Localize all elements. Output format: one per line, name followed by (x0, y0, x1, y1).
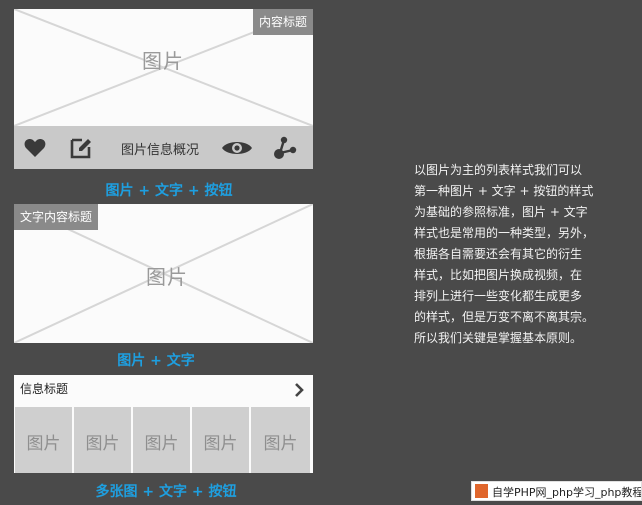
card-multi-image: 信息标题 图片 图片 图片 图片 图片 (14, 375, 313, 473)
heart-icon[interactable] (23, 136, 47, 160)
thumbnail-label: 图片 (85, 434, 120, 454)
thumbnail[interactable]: 图片 (74, 407, 131, 473)
caption-image-text-button: 图片 + 文字 + 按钮 (105, 183, 233, 199)
watermark-text: 自学PHP网_php学习_php教程 (492, 486, 642, 499)
chevron-right-icon[interactable] (294, 383, 304, 397)
image-placeholder-label: 图片 (142, 49, 184, 73)
description-line: 为基础的参照标准，图片 + 文字 (414, 205, 588, 219)
info-title: 信息标题 (20, 382, 69, 396)
description-line: 样式，比如把图片换成视频，在 (414, 268, 583, 282)
description-line: 样式也是常用的一种类型，另外， (414, 226, 595, 240)
thumbnail[interactable]: 图片 (251, 407, 310, 473)
site-watermark: 自学PHP网_php学习_php教程 (471, 481, 642, 501)
thumbnail[interactable]: 图片 (15, 407, 72, 473)
description-line: 排列上进行一些变化都生成更多 (414, 289, 583, 303)
thumbnail-label: 图片 (203, 434, 238, 454)
image-info-summary: 图片信息概况 (121, 143, 200, 158)
caption-image-text: 图片 + 文字 (117, 353, 195, 369)
content-title-tag: 内容标题 (252, 9, 313, 35)
thumbnail-label: 图片 (144, 434, 179, 454)
description-line: 的样式，但是万变不离不离其宗。 (414, 310, 595, 324)
description-line: 第一种图片 + 文字 + 按钮的样式 (414, 184, 594, 198)
description-line: 根据各自需要还会有其它的衍生 (414, 247, 583, 261)
site-logo-icon (475, 484, 488, 498)
thumbnail-label: 图片 (263, 434, 298, 454)
text-content-title-tag: 文字内容标题 (14, 204, 99, 230)
thumbnail-label: 图片 (26, 434, 61, 454)
card1-toolbar: 图片信息概况 (14, 126, 313, 169)
thumbnail[interactable]: 图片 (133, 407, 190, 473)
edit-icon[interactable] (69, 136, 93, 160)
description-line: 所以我们关键是掌握基本原则。 (414, 331, 583, 345)
image-placeholder-label: 图片 (146, 265, 188, 289)
caption-multi-image-text-button: 多张图 + 文字 + 按钮 (95, 484, 237, 500)
description-line: 以图片为主的列表样式我们可以 (414, 163, 583, 177)
share-icon[interactable] (273, 136, 297, 160)
thumbnail[interactable]: 图片 (192, 407, 249, 473)
card-image-text: 图片 文字内容标题 (14, 204, 313, 343)
eye-icon[interactable] (221, 136, 253, 160)
description-paragraph: 以图片为主的列表样式我们可以 第一种图片 + 文字 + 按钮的样式 为基础的参照… (414, 160, 604, 349)
